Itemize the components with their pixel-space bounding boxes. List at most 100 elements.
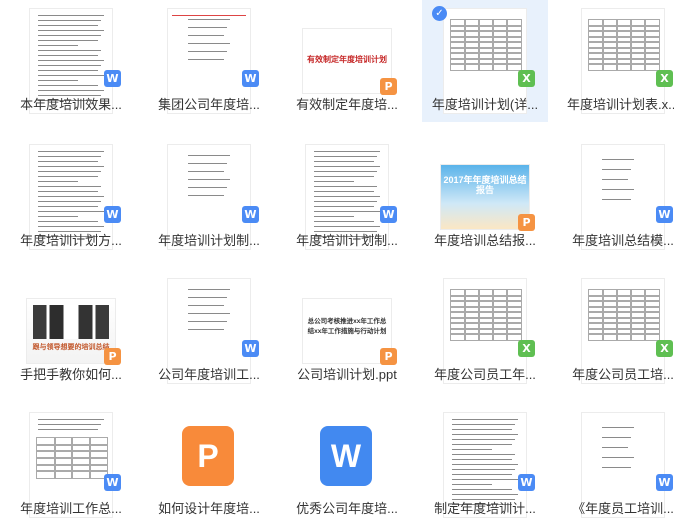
text-line <box>314 161 374 163</box>
file-name: 本年度培训效果... <box>20 97 122 112</box>
slide-title: 有效制定年度培训计划 <box>307 55 387 64</box>
file-item[interactable]: W 集团公司年度培... <box>146 0 272 122</box>
wps-presentation-icon: P <box>182 426 234 486</box>
file-item[interactable]: 总公司考核推进xx年工作总结xx年工作措施与行动计划 P 公司培训计划.ppt <box>284 270 410 392</box>
text-line <box>314 201 377 203</box>
text-line <box>38 80 78 82</box>
file-item[interactable]: W 年度培训总结模... <box>560 136 674 258</box>
text-line <box>38 151 104 153</box>
text-line <box>314 156 377 158</box>
wps-spreadsheet-icon: X <box>518 340 535 357</box>
file-item[interactable]: X ✓ 年度培训计划(详... <box>422 0 548 122</box>
text-line <box>188 171 224 173</box>
text-line <box>188 289 230 291</box>
text-line <box>602 159 634 161</box>
file-grid: W 本年度培训效果... W 集团公司年度培... 有效制定年度培训计划 P 有效制定年度培… <box>0 0 674 518</box>
text-line <box>188 163 227 165</box>
file-name: 制定年度培训计... <box>434 501 536 516</box>
text-line <box>188 35 224 37</box>
text-line <box>452 419 518 421</box>
text-line <box>188 51 227 53</box>
slide-title: 总公司考核推进xx年工作总结xx年工作措施与行动计划 <box>307 318 387 335</box>
wps-writer-icon: W <box>320 426 372 486</box>
file-thumbnail: 跟与领导想要的培训总结 <box>26 298 116 364</box>
wps-spreadsheet-icon: X <box>518 70 535 87</box>
text-line <box>602 169 631 171</box>
text-line <box>38 176 98 178</box>
text-line <box>314 216 354 218</box>
file-item[interactable]: X 年度培训计划表.x... <box>560 0 674 122</box>
text-line <box>602 457 634 459</box>
file-item[interactable]: P 如何设计年度培... <box>146 404 272 526</box>
slide-title: 2017年年度培训总结报告 <box>443 175 527 195</box>
wps-writer-icon: W <box>104 70 121 87</box>
wps-presentation-icon: P <box>380 78 397 95</box>
text-line <box>188 297 227 299</box>
text-line <box>38 45 78 47</box>
people-photo <box>33 305 109 339</box>
file-name: 年度培训计划制... <box>158 233 260 248</box>
text-line <box>38 75 104 77</box>
text-line <box>452 489 512 491</box>
wps-writer-icon: W <box>242 206 259 223</box>
file-item[interactable]: W 《年度员工培训... <box>560 404 674 526</box>
file-item[interactable]: 2017年年度培训总结报告 P 年度培训总结报... <box>422 136 548 258</box>
file-name: 手把手教你如何... <box>20 367 122 382</box>
wps-writer-icon: W <box>656 474 673 491</box>
text-line <box>314 211 380 213</box>
text-line <box>314 176 374 178</box>
selected-check-icon[interactable]: ✓ <box>432 6 447 21</box>
text-line <box>452 449 492 451</box>
text-line <box>38 20 101 22</box>
wps-presentation-icon: P <box>518 214 535 231</box>
wps-writer-icon: W <box>656 206 673 223</box>
text-line <box>188 195 224 197</box>
text-line <box>314 171 377 173</box>
wps-writer-icon: W <box>104 206 121 223</box>
header-rule <box>172 15 246 17</box>
text-line <box>452 484 492 486</box>
text-line <box>602 189 634 191</box>
file-item[interactable]: W 年度培训计划制... <box>284 136 410 258</box>
text-line <box>452 469 515 471</box>
text-line <box>38 90 104 92</box>
text-line <box>38 50 101 52</box>
wps-spreadsheet-icon: X <box>656 340 673 357</box>
text-line <box>314 196 380 198</box>
file-item[interactable]: W 年度培训工作总... <box>8 404 134 526</box>
file-name: 年度培训工作总... <box>20 501 122 516</box>
file-item[interactable]: W 本年度培训效果... <box>8 0 134 122</box>
file-name: 集团公司年度培... <box>158 97 260 112</box>
text-line <box>38 221 98 223</box>
file-item[interactable]: W 年度培训计划方... <box>8 136 134 258</box>
file-item[interactable]: X 年度公司员工培... <box>560 270 674 392</box>
text-line <box>452 454 515 456</box>
text-line <box>188 27 227 29</box>
file-name: 《年度员工培训... <box>572 501 674 516</box>
text-line <box>602 467 631 469</box>
text-line <box>38 216 78 218</box>
file-item[interactable]: 跟与领导想要的培训总结 P 手把手教你如何... <box>8 270 134 392</box>
text-line <box>188 305 224 307</box>
text-line <box>38 15 104 17</box>
text-line <box>314 191 374 193</box>
text-line <box>452 464 518 466</box>
text-line <box>38 186 101 188</box>
text-line <box>452 444 512 446</box>
file-item[interactable]: X 年度公司员工年... <box>422 270 548 392</box>
text-line <box>38 40 98 42</box>
file-item[interactable]: W 年度培训计划制... <box>146 136 272 258</box>
text-line <box>38 156 101 158</box>
file-item[interactable]: 有效制定年度培训计划 P 有效制定年度培... <box>284 0 410 122</box>
file-name: 年度培训总结报... <box>434 233 536 248</box>
text-line <box>452 479 518 481</box>
file-item[interactable]: W 公司年度培训工... <box>146 270 272 392</box>
text-line <box>188 321 227 323</box>
text-line <box>452 434 518 436</box>
text-line <box>38 181 78 183</box>
file-item[interactable]: W 优秀公司年度培... <box>284 404 410 526</box>
wps-writer-icon: W <box>104 474 121 491</box>
text-line <box>188 187 227 189</box>
text-line <box>38 30 104 32</box>
file-item[interactable]: W 制定年度培训计... <box>422 404 548 526</box>
